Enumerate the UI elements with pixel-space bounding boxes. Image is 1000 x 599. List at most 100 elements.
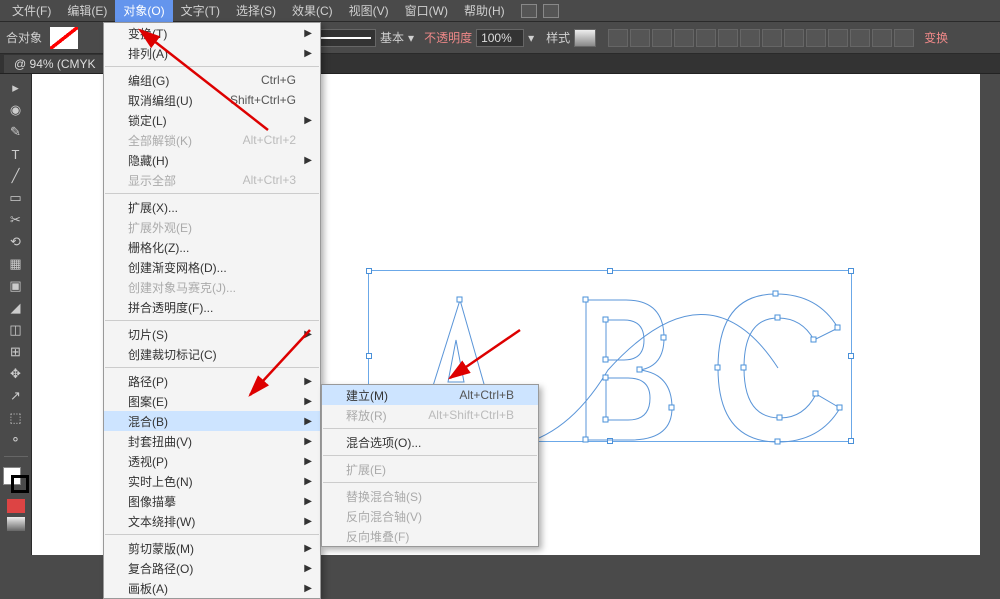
symbol-tool[interactable]: ↗ [4,386,28,406]
submenu-arrow-icon: ▶ [304,563,312,574]
fill-swatch[interactable] [50,27,78,49]
align-btn[interactable] [894,29,914,47]
submenu-arrow-icon: ▶ [304,583,312,594]
submenu-arrow-icon: ▶ [304,376,312,387]
align-btn[interactable] [652,29,672,47]
mesh-tool[interactable]: ◫ [4,320,28,340]
menu-type[interactable]: 文字(T) [173,0,228,22]
fill-stroke-swatch[interactable] [3,467,29,493]
menu-item: 扩展(E) [322,459,538,479]
align-btn[interactable] [718,29,738,47]
document-tab[interactable]: @ 94% (CMYK [4,55,106,73]
menu-item[interactable]: 路径(P)▶ [104,371,320,391]
type-tool[interactable]: T [4,144,28,164]
menu-item: 反向混合轴(V) [322,506,538,526]
opacity-label: 不透明度 [424,29,472,46]
color-mode-icon[interactable] [7,499,25,513]
menu-item[interactable]: 画板(A)▶ [104,578,320,598]
submenu-arrow-icon: ▶ [304,28,312,39]
menu-help[interactable]: 帮助(H) [456,0,513,22]
menubar-icons [521,4,559,18]
menu-item: 创建对象马赛克(J)... [104,277,320,297]
eyedropper-tool[interactable]: ✥ [4,364,28,384]
submenu-arrow-icon: ▶ [304,476,312,487]
menu-item[interactable]: 锁定(L)▶ [104,110,320,130]
menu-item[interactable]: 混合选项(O)... [322,432,538,452]
submenu-arrow-icon: ▶ [304,115,312,126]
line-tool[interactable]: ╱ [4,166,28,186]
align-btn[interactable] [696,29,716,47]
submenu-arrow-icon: ▶ [304,396,312,407]
menu-item[interactable]: 扩展(X)... [104,197,320,217]
style-label: 样式 [546,29,570,46]
width-tool[interactable]: ▦ [4,254,28,274]
menu-item[interactable]: 透视(P)▶ [104,451,320,471]
menu-item[interactable]: 栅格化(Z)... [104,237,320,257]
align-btn[interactable] [872,29,892,47]
menu-window[interactable]: 窗口(W) [397,0,456,22]
menu-bar: 文件(F) 编辑(E) 对象(O) 文字(T) 选择(S) 效果(C) 视图(V… [0,0,1000,22]
menu-item[interactable]: 排列(A)▶ [104,43,320,63]
menu-item[interactable]: 实时上色(N)▶ [104,471,320,491]
align-btn[interactable] [608,29,628,47]
pen-tool[interactable]: ✎ [4,122,28,142]
menu-item[interactable]: 图案(E)▶ [104,391,320,411]
shape-builder-tool[interactable]: ▣ [4,276,28,296]
menu-item[interactable]: 拼合透明度(F)... [104,297,320,317]
opacity-field[interactable]: 100% [476,29,524,47]
align-btn[interactable] [828,29,848,47]
align-btn[interactable] [850,29,870,47]
menu-item[interactable]: 剪切蒙版(M)▶ [104,538,320,558]
menu-item: 释放(R)Alt+Shift+Ctrl+B [322,405,538,425]
rotate-tool[interactable]: ⟲ [4,232,28,252]
align-buttons [608,29,914,47]
submenu-arrow-icon: ▶ [304,329,312,340]
menu-object[interactable]: 对象(O) [115,0,172,22]
artboard-tool[interactable]: ⬚ [4,408,28,428]
align-btn[interactable] [762,29,782,47]
stroke-basic-label: 基本 [380,29,404,46]
selection-tool[interactable]: ▸ [4,78,28,98]
direct-select-tool[interactable]: ◉ [4,100,28,120]
style-swatch[interactable] [574,29,596,47]
align-btn[interactable] [806,29,826,47]
tool-palette: ▸ ◉ ✎ T ╱ ▭ ✂ ⟲ ▦ ▣ ◢ ◫ ⊞ ✥ ↗ ⬚ ⚬ [0,74,32,555]
submenu-arrow-icon: ▶ [304,436,312,447]
menu-item[interactable]: 复合路径(O)▶ [104,558,320,578]
perspective-tool[interactable]: ◢ [4,298,28,318]
menu-item[interactable]: 隐藏(H)▶ [104,150,320,170]
menu-item[interactable]: 图像描摹▶ [104,491,320,511]
menu-item: 替换混合轴(S) [322,486,538,506]
menu-item[interactable]: 变换(T)▶ [104,23,320,43]
align-btn[interactable] [784,29,804,47]
menu-item[interactable]: 创建渐变网格(D)... [104,257,320,277]
menu-item[interactable]: 创建裁切标记(C) [104,344,320,364]
menu-view[interactable]: 视图(V) [341,0,397,22]
menu-select[interactable]: 选择(S) [228,0,284,22]
menu-item[interactable]: 编组(G)Ctrl+G [104,70,320,90]
align-btn[interactable] [740,29,760,47]
transform-label[interactable]: 变换 [924,29,948,46]
layout-icon[interactable] [543,4,559,18]
align-btn[interactable] [630,29,650,47]
scissors-tool[interactable]: ✂ [4,210,28,230]
menu-file[interactable]: 文件(F) [4,0,59,22]
menu-effect[interactable]: 效果(C) [284,0,341,22]
gradient-mode-icon[interactable] [7,517,25,531]
submenu-arrow-icon: ▶ [304,155,312,166]
menu-item[interactable]: 封套扭曲(V)▶ [104,431,320,451]
menu-item[interactable]: 取消编组(U)Shift+Ctrl+G [104,90,320,110]
hand-tool[interactable]: ⚬ [4,430,28,450]
submenu-arrow-icon: ▶ [304,543,312,554]
align-btn[interactable] [674,29,694,47]
menu-item[interactable]: 混合(B)▶ [104,411,320,431]
selection-label: 合对象 [6,29,42,46]
menu-edit[interactable]: 编辑(E) [59,0,115,22]
rectangle-tool[interactable]: ▭ [4,188,28,208]
menu-item[interactable]: 切片(S)▶ [104,324,320,344]
menu-item[interactable]: 建立(M)Alt+Ctrl+B [322,385,538,405]
layout-icon[interactable] [521,4,537,18]
menu-item[interactable]: 文本绕排(W)▶ [104,511,320,531]
gradient-tool[interactable]: ⊞ [4,342,28,362]
submenu-arrow-icon: ▶ [304,496,312,507]
